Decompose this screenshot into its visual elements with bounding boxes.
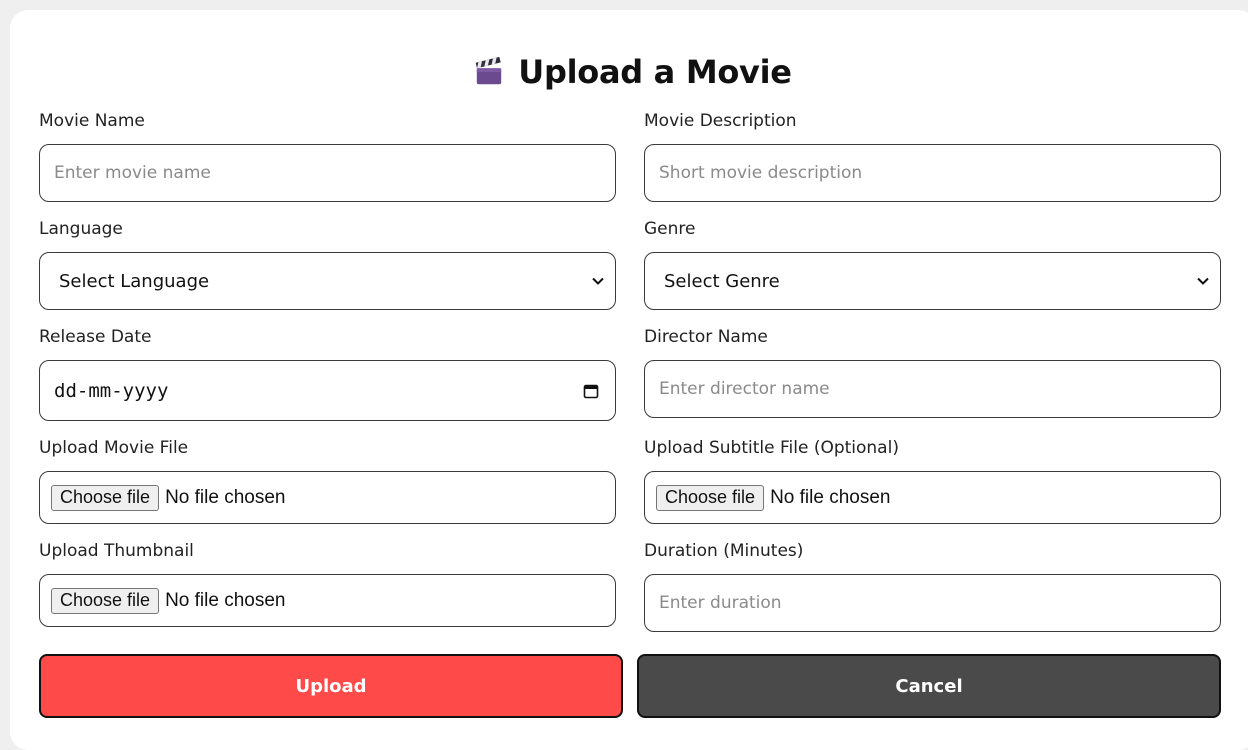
calendar-icon[interactable] — [583, 383, 599, 399]
language-selected-value: Select Language — [59, 270, 210, 292]
language-select[interactable]: Select Language — [39, 252, 616, 310]
thumbnail-file-input: Choose file No file chosen — [39, 574, 616, 627]
genre-label: Genre — [644, 219, 696, 239]
upload-movie-card: Upload a Movie Movie Name Movie Descript… — [10, 10, 1248, 750]
subtitle-file-label: Upload Subtitle File (Optional) — [644, 438, 899, 458]
release-date-value: dd-mm-yyyy — [54, 379, 169, 402]
duration-input[interactable] — [645, 575, 1220, 631]
thumbnail-label: Upload Thumbnail — [39, 541, 194, 561]
movie-name-field — [39, 144, 616, 202]
movie-name-label: Movie Name — [39, 111, 145, 131]
language-label: Language — [39, 219, 123, 239]
genre-select[interactable]: Select Genre — [644, 252, 1221, 310]
page-title: Upload a Movie — [10, 50, 1248, 94]
movie-file-label: Upload Movie File — [39, 438, 189, 458]
duration-label: Duration (Minutes) — [644, 541, 804, 561]
clapperboard-icon — [475, 57, 502, 85]
thumbnail-file-status: No file chosen — [165, 589, 286, 611]
choose-subtitle-file-button[interactable]: Choose file — [656, 484, 765, 511]
upload-button[interactable]: Upload — [39, 654, 623, 718]
movie-name-input[interactable] — [40, 145, 615, 201]
duration-field — [644, 574, 1221, 632]
movie-file-input: Choose file No file chosen — [39, 471, 616, 524]
director-name-field — [644, 360, 1221, 418]
movie-description-label: Movie Description — [644, 111, 797, 131]
choose-movie-file-button[interactable]: Choose file — [51, 484, 160, 511]
director-name-label: Director Name — [644, 327, 768, 347]
director-name-input[interactable] — [645, 361, 1220, 417]
subtitle-file-status: No file chosen — [770, 486, 891, 508]
movie-description-input[interactable] — [645, 145, 1220, 201]
genre-selected-value: Select Genre — [664, 270, 780, 292]
movie-file-status: No file chosen — [165, 486, 286, 508]
chevron-down-icon — [1197, 277, 1209, 285]
subtitle-file-input: Choose file No file chosen — [644, 471, 1221, 524]
release-date-label: Release Date — [39, 327, 152, 347]
title-text: Upload a Movie — [518, 53, 792, 91]
cancel-button[interactable]: Cancel — [637, 654, 1221, 718]
chevron-down-icon — [592, 277, 604, 285]
movie-description-field — [644, 144, 1221, 202]
choose-thumbnail-button[interactable]: Choose file — [51, 587, 160, 614]
release-date-input[interactable]: dd-mm-yyyy — [39, 360, 616, 421]
